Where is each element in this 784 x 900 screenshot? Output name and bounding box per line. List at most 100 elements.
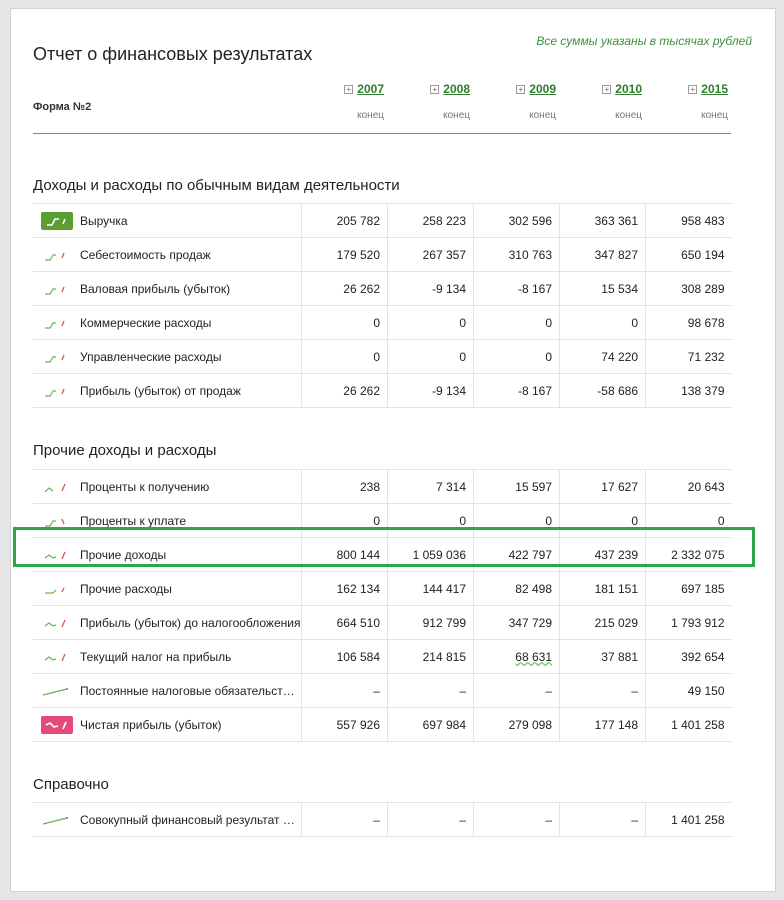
year-label[interactable]: 2007	[357, 82, 384, 96]
section-title: Доходы и расходы по обычным видам деятел…	[33, 177, 400, 194]
table-row[interactable]: Прибыль (убыток) от продаж 26 262 -9 134 -8…	[33, 373, 732, 408]
table-row[interactable]: Прочие расходы 162 134 144 417 82 498 181 15…	[33, 571, 732, 606]
value-cell: 26 262	[301, 373, 388, 408]
currency-note: Все суммы указаны в тысячах рублей	[536, 34, 752, 48]
value-text: –	[545, 683, 552, 698]
value-cell: 912 799	[387, 605, 474, 640]
table-row[interactable]: Текущий налог на прибыль 106 584 214 815 68…	[33, 639, 732, 674]
value-cell: 238	[301, 469, 388, 504]
table-row[interactable]: Выручка 205 782 258 223 302 596 363 361 958 4…	[33, 203, 732, 238]
value-text: 177 148	[594, 717, 638, 732]
year-link[interactable]: +2008	[384, 82, 470, 96]
table-row[interactable]: Совокупный финансовый результат … – – – – 1 4…	[33, 802, 732, 837]
value-text: –	[373, 683, 380, 698]
table-row[interactable]: Валовая прибыль (убыток) 26 262 -9 134 -8 1…	[33, 271, 732, 306]
year-column-header: +2007 конец	[298, 82, 384, 121]
sparkline-trend-icon[interactable]	[41, 348, 73, 366]
value-text: 557 926	[336, 717, 380, 732]
row-label: Прибыль (убыток) от продаж	[80, 383, 241, 398]
value-text: 17 627	[601, 479, 638, 494]
row-name-cell: Чистая прибыль (убыток)	[33, 707, 302, 742]
value-cell: 347 729	[473, 605, 560, 640]
year-label[interactable]: 2015	[701, 82, 728, 96]
value-cell: –	[473, 673, 560, 708]
sparkline-trend-icon[interactable]	[41, 648, 73, 666]
value-text: 310 763	[508, 247, 552, 262]
value-cell: -8 167	[473, 373, 560, 408]
sparkline-trend-icon[interactable]	[41, 246, 73, 264]
table-row[interactable]: Себестоимость продаж 179 520 267 357 310 76…	[33, 237, 732, 272]
value-text: 1 793 912	[671, 615, 725, 630]
value-text: 0	[459, 513, 466, 528]
expand-plus-icon[interactable]: +	[516, 85, 526, 94]
expand-plus-icon[interactable]: +	[688, 85, 698, 94]
value-cell: 697 984	[387, 707, 474, 742]
table-row[interactable]: Управленческие расходы 0 0 0 74 220 71 232	[33, 339, 732, 374]
value-cell: 26 262	[301, 271, 388, 306]
value-cell: 177 148	[559, 707, 646, 742]
value-text: 697 984	[422, 717, 466, 732]
table-row[interactable]: Проценты к получению 238 7 314 15 597 17 627…	[33, 469, 732, 504]
value-cell: 1 793 912	[645, 605, 732, 640]
year-label[interactable]: 2010	[615, 82, 642, 96]
value-cell: 181 151	[559, 571, 646, 606]
sparkline-trend-icon[interactable]	[41, 211, 73, 230]
form-label: Форма №2	[33, 101, 92, 113]
financial-table: Совокупный финансовый результат … – – – – 1 4…	[33, 802, 732, 837]
expand-plus-icon[interactable]: +	[344, 85, 354, 94]
value-text: 26 262	[343, 383, 380, 398]
table-row[interactable]: Коммерческие расходы 0 0 0 0 98 678	[33, 305, 732, 340]
value-text: 144 417	[422, 581, 466, 596]
year-label[interactable]: 2009	[529, 82, 556, 96]
expand-plus-icon[interactable]: +	[430, 85, 440, 94]
value-text: 0	[545, 349, 552, 364]
value-text: 267 357	[422, 247, 466, 262]
value-text: 258 223	[422, 213, 466, 228]
sparkline-trend-icon[interactable]	[41, 478, 73, 496]
year-link[interactable]: +2009	[470, 82, 556, 96]
year-link[interactable]: +2007	[298, 82, 384, 96]
sparkline-trend-icon[interactable]	[41, 280, 73, 298]
sparkline-trend-icon[interactable]	[41, 580, 73, 598]
value-cell: 214 815	[387, 639, 474, 674]
sparkline-trend-icon[interactable]	[41, 382, 73, 400]
value-text: 138 379	[681, 383, 725, 398]
table-row[interactable]: Постоянные налоговые обязательст… – – – – 49 …	[33, 673, 732, 708]
year-link[interactable]: +2015	[642, 82, 728, 96]
sparkline-trend-icon[interactable]	[41, 715, 73, 734]
row-name-cell: Проценты к получению	[33, 469, 302, 504]
row-name-cell: Совокупный финансовый результат …	[33, 802, 302, 837]
table-row[interactable]: Прибыль (убыток) до налогообложения 664 5…	[33, 605, 732, 640]
value-cell: -58 686	[559, 373, 646, 408]
value-text: 0	[459, 349, 466, 364]
year-link[interactable]: +2010	[556, 82, 642, 96]
value-text: 214 815	[422, 649, 466, 664]
row-label: Выручка	[80, 213, 128, 228]
value-text: 215 029	[594, 615, 638, 630]
expand-plus-icon[interactable]: +	[602, 85, 612, 94]
value-cell: 1 401 258	[645, 802, 732, 837]
value-text: –	[459, 683, 466, 698]
row-name-cell: Валовая прибыль (убыток)	[33, 271, 302, 306]
header-divider	[33, 133, 731, 134]
period-label: конец	[529, 110, 556, 121]
row-label: Проценты к получению	[80, 479, 210, 494]
value-cell: 347 827	[559, 237, 646, 272]
value-text: 71 232	[687, 349, 725, 364]
table-row[interactable]: Чистая прибыль (убыток) 557 926 697 984 279…	[33, 707, 732, 742]
row-label: Коммерческие расходы	[80, 315, 212, 330]
sparkline-trend-icon[interactable]	[41, 614, 73, 632]
row-label: Прочие расходы	[80, 581, 172, 596]
value-cell: 7 314	[387, 469, 474, 504]
year-label[interactable]: 2008	[443, 82, 470, 96]
value-text: 0	[717, 513, 725, 528]
value-text: -8 167	[517, 281, 552, 296]
sparkline-trend-icon[interactable]	[41, 314, 73, 332]
value-text: 279 098	[508, 717, 552, 732]
sparkline-trend-icon[interactable]	[41, 811, 73, 829]
value-cell: 68 631	[473, 639, 560, 674]
period-label: конец	[357, 110, 384, 121]
value-cell: 138 379	[645, 373, 732, 408]
sparkline-trend-icon[interactable]	[41, 682, 73, 700]
value-cell: –	[387, 673, 474, 708]
